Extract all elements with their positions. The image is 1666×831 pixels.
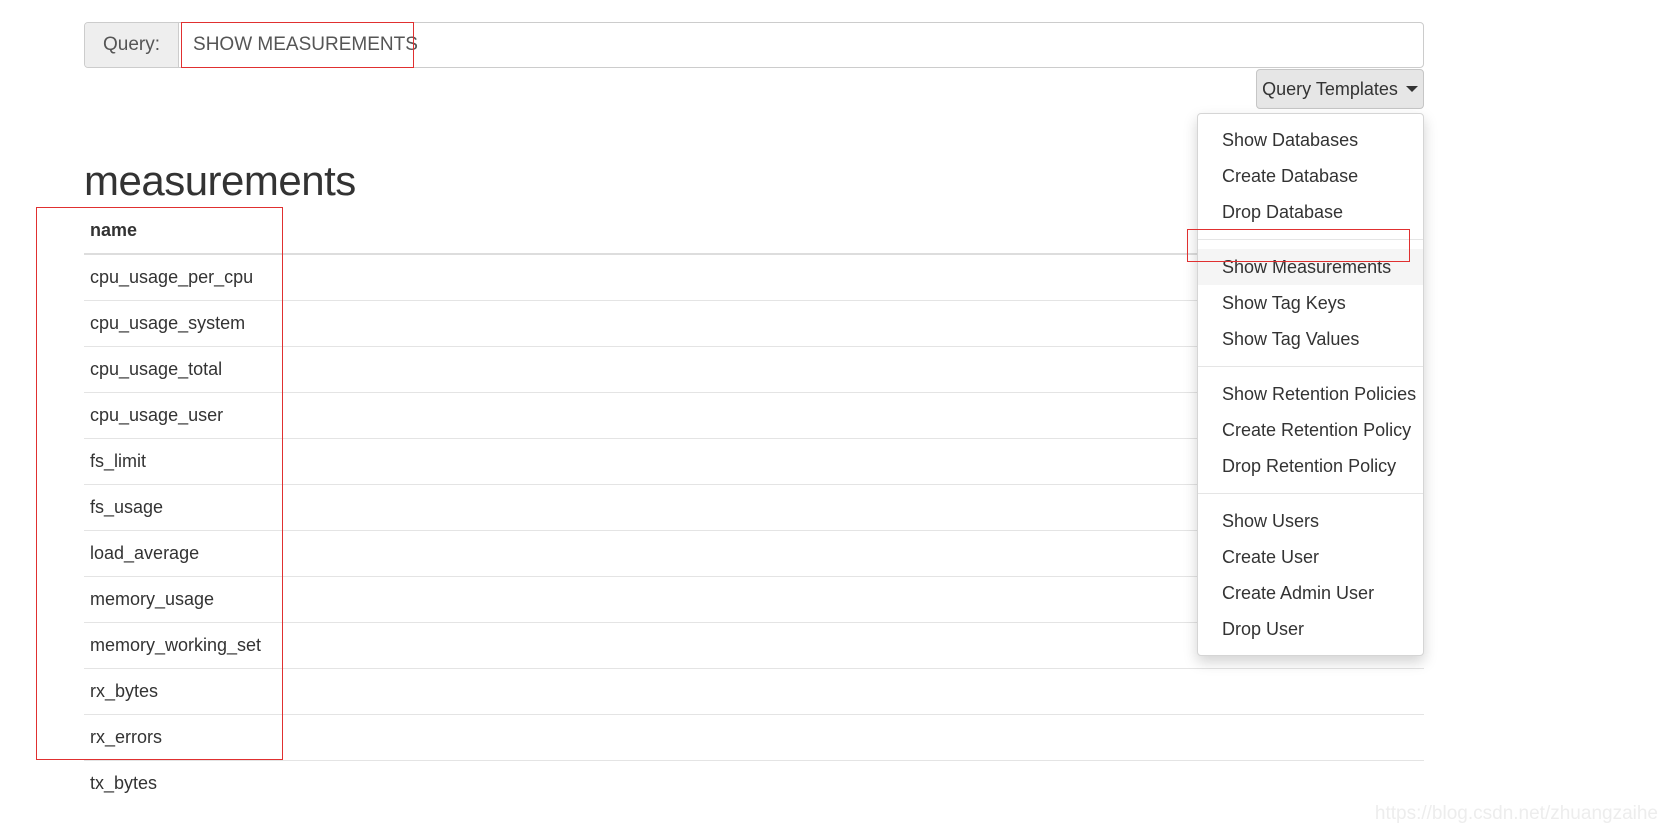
query-label: Query: [85, 23, 180, 67]
dropdown-group-retention: Show Retention Policies Create Retention… [1198, 376, 1423, 484]
menu-item-show-databases[interactable]: Show Databases [1198, 122, 1423, 158]
menu-item-show-users[interactable]: Show Users [1198, 503, 1423, 539]
results-title: measurements [84, 157, 356, 204]
watermark-text: https://blog.csdn.net/zhuangzaihe [1374, 803, 1658, 824]
cell-name: tx_bytes [84, 760, 1424, 806]
menu-item-drop-user[interactable]: Drop User [1198, 611, 1423, 647]
dropdown-group-measurements: Show Measurements Show Tag Keys Show Tag… [1198, 249, 1423, 357]
query-templates-dropdown: Show Databases Create Database Drop Data… [1197, 113, 1424, 656]
table-row: rx_bytes [84, 668, 1424, 715]
query-input[interactable] [179, 23, 1423, 67]
menu-item-create-retention-policy[interactable]: Create Retention Policy [1198, 412, 1423, 448]
menu-item-show-tag-keys[interactable]: Show Tag Keys [1198, 285, 1423, 321]
dropdown-divider-2 [1198, 366, 1423, 367]
page-root: Query: Query Templates Show Databases Cr… [0, 0, 1666, 831]
menu-item-create-admin-user[interactable]: Create Admin User [1198, 575, 1423, 611]
menu-item-show-measurements[interactable]: Show Measurements [1198, 249, 1423, 285]
menu-item-show-retention-policies[interactable]: Show Retention Policies [1198, 376, 1423, 412]
menu-item-create-database[interactable]: Create Database [1198, 158, 1423, 194]
dropdown-divider-1 [1198, 239, 1423, 240]
dropdown-group-databases: Show Databases Create Database Drop Data… [1198, 122, 1423, 230]
cell-name: rx_errors [84, 714, 1424, 761]
table-row: tx_bytes [84, 760, 1424, 806]
caret-down-icon [1405, 86, 1418, 92]
menu-item-show-tag-values[interactable]: Show Tag Values [1198, 321, 1423, 357]
query-input-group: Query: [84, 22, 1424, 68]
table-row: rx_errors [84, 714, 1424, 761]
query-templates-button[interactable]: Query Templates [1256, 69, 1424, 109]
query-templates-label: Query Templates [1262, 78, 1398, 99]
menu-item-drop-retention-policy[interactable]: Drop Retention Policy [1198, 448, 1423, 484]
dropdown-divider-3 [1198, 493, 1423, 494]
dropdown-group-users: Show Users Create User Create Admin User… [1198, 503, 1423, 647]
menu-item-create-user[interactable]: Create User [1198, 539, 1423, 575]
menu-item-drop-database[interactable]: Drop Database [1198, 194, 1423, 230]
cell-name: rx_bytes [84, 668, 1424, 715]
